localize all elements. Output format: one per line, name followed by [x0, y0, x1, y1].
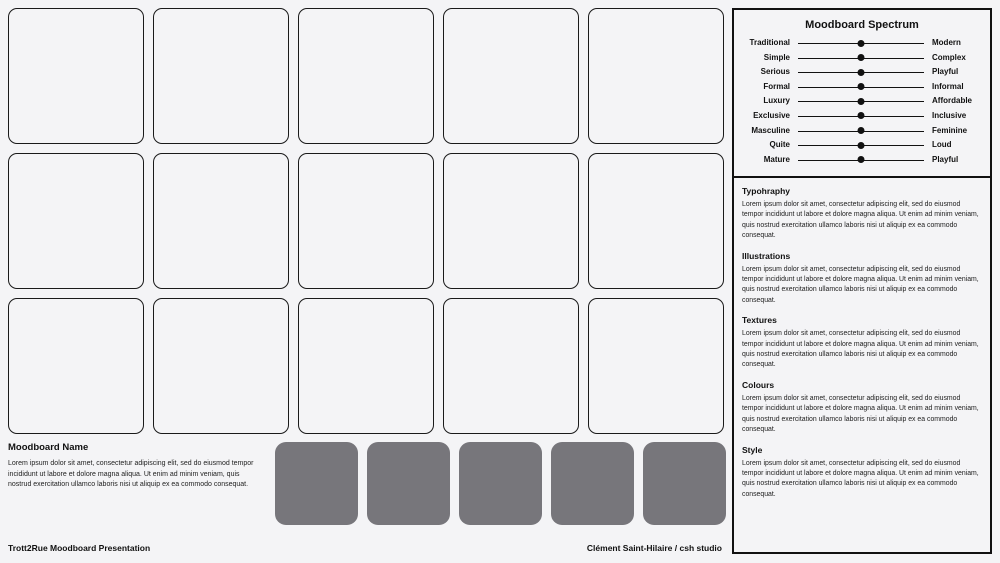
spectrum-slider-knob[interactable] — [857, 68, 865, 76]
note-text: Lorem ipsum dolor sit amet, consectetur … — [742, 201, 979, 240]
image-placeholder[interactable] — [8, 298, 144, 434]
colour-swatch[interactable] — [459, 442, 542, 525]
image-placeholder[interactable] — [443, 153, 579, 289]
spectrum-left-label: Traditional — [749, 38, 790, 47]
note-section: Illustrations Lorem ipsum dolor sit amet,… — [742, 251, 982, 307]
spectrum-slider-knob[interactable] — [857, 39, 865, 47]
image-placeholder[interactable] — [298, 8, 434, 144]
image-placeholder[interactable] — [588, 153, 724, 289]
image-placeholder[interactable] — [443, 8, 579, 144]
image-placeholder[interactable] — [153, 298, 289, 434]
spectrum-row: Masculine Feminine — [734, 124, 990, 139]
note-text: Lorem ipsum dolor sit amet, consectetur … — [742, 265, 979, 304]
spectrum-title: Moodboard Spectrum — [805, 19, 919, 31]
spectrum-right-label: Playful — [932, 154, 959, 164]
colour-swatch[interactable] — [643, 442, 726, 525]
spectrum-right-label: Feminine — [932, 125, 968, 135]
notes-list: Typohraphy Lorem ipsum dolor sit amet, co… — [734, 178, 990, 500]
colour-swatch[interactable] — [275, 442, 358, 525]
spectrum-left-label: Serious — [760, 67, 790, 77]
spectrum-row: Exclusive Inclusive — [734, 109, 990, 124]
spectrum-row: Traditional Modern — [734, 36, 990, 51]
note-section: Textures Lorem ipsum dolor sit amet, cons… — [742, 315, 982, 371]
image-placeholder[interactable] — [298, 298, 434, 434]
spectrum-left-label: Simple — [763, 52, 790, 62]
spectrum-right-label: Playful — [932, 67, 959, 77]
footer-title: Trott2Rue Moodboard Presentation — [8, 543, 151, 553]
spectrum-slider-knob[interactable] — [857, 97, 865, 105]
note-text: Lorem ipsum dolor sit amet, consectetur … — [742, 330, 979, 369]
spectrum-right-label: Informal — [932, 81, 964, 91]
image-placeholder[interactable] — [443, 298, 579, 434]
note-title: Illustrations — [742, 250, 791, 261]
spectrum-slider-knob[interactable] — [857, 112, 865, 120]
spectrum-left-label: Masculine — [751, 125, 790, 135]
moodboard-description: Lorem ipsum dolor sit amet, consectetur … — [8, 460, 254, 488]
spectrum-rows: Traditional Modern Simple Complex Serious Pla… — [734, 36, 990, 167]
spectrum-right-label: Loud — [932, 140, 952, 150]
image-placeholder[interactable] — [8, 8, 144, 144]
spectrum-left-label: Quite — [769, 140, 790, 150]
spectrum-right-label: Affordable — [932, 96, 972, 106]
spectrum-row: Simple Complex — [734, 51, 990, 66]
note-text: Lorem ipsum dolor sit amet, consectetur … — [742, 459, 979, 498]
note-section: Colours Lorem ipsum dolor sit amet, conse… — [742, 380, 982, 436]
side-panel: Moodboard Spectrum Traditional Modern Simp… — [732, 8, 992, 554]
colour-swatch[interactable] — [551, 442, 634, 525]
spectrum-slider-knob[interactable] — [857, 141, 865, 149]
image-placeholder[interactable] — [588, 298, 724, 434]
spectrum-row: Quite Loud — [734, 138, 990, 153]
spectrum-slider-knob[interactable] — [857, 54, 865, 62]
image-placeholder[interactable] — [8, 153, 144, 289]
image-grid — [8, 8, 724, 434]
spectrum-right-label: Modern — [932, 38, 961, 47]
spectrum-left-label: Mature — [763, 154, 790, 164]
spectrum-left-label: Exclusive — [753, 110, 790, 120]
moodboard-info: Moodboard Name Lorem ipsum dolor sit ame… — [8, 442, 258, 491]
spectrum-right-label: Complex — [932, 52, 966, 62]
spectrum-slider-knob[interactable] — [857, 156, 865, 164]
note-section: Style Lorem ipsum dolor sit amet, consect… — [742, 445, 982, 501]
spectrum-slider-knob[interactable] — [857, 127, 865, 135]
note-text: Lorem ipsum dolor sit amet, consectetur … — [742, 394, 979, 434]
footer-credit: Clément Saint-Hilaire / csh studio — [586, 543, 722, 553]
image-placeholder[interactable] — [588, 8, 724, 144]
colour-swatches — [275, 442, 726, 525]
note-title: Textures — [742, 315, 777, 326]
moodboard-spectrum: Moodboard Spectrum Traditional Modern Simp… — [734, 10, 990, 178]
note-title: Style — [742, 444, 763, 455]
spectrum-left-label: Formal — [763, 81, 790, 91]
colour-swatch[interactable] — [367, 442, 450, 525]
moodboard-name: Moodboard Name — [8, 442, 89, 453]
note-title: Typohraphy — [742, 186, 791, 196]
spectrum-row: Serious Playful — [734, 65, 990, 80]
spectrum-slider-knob[interactable] — [857, 83, 865, 91]
image-placeholder[interactable] — [153, 8, 289, 144]
spectrum-row: Formal Informal — [734, 80, 990, 95]
note-title: Colours — [742, 379, 775, 390]
spectrum-right-label: Inclusive — [932, 110, 967, 120]
spectrum-left-label: Luxury — [763, 96, 790, 106]
image-placeholder[interactable] — [153, 153, 289, 289]
note-section: Typohraphy Lorem ipsum dolor sit amet, co… — [742, 186, 982, 242]
image-placeholder[interactable] — [298, 153, 434, 289]
spectrum-row: Luxury Affordable — [734, 94, 990, 109]
spectrum-row: Mature Playful — [734, 153, 990, 168]
